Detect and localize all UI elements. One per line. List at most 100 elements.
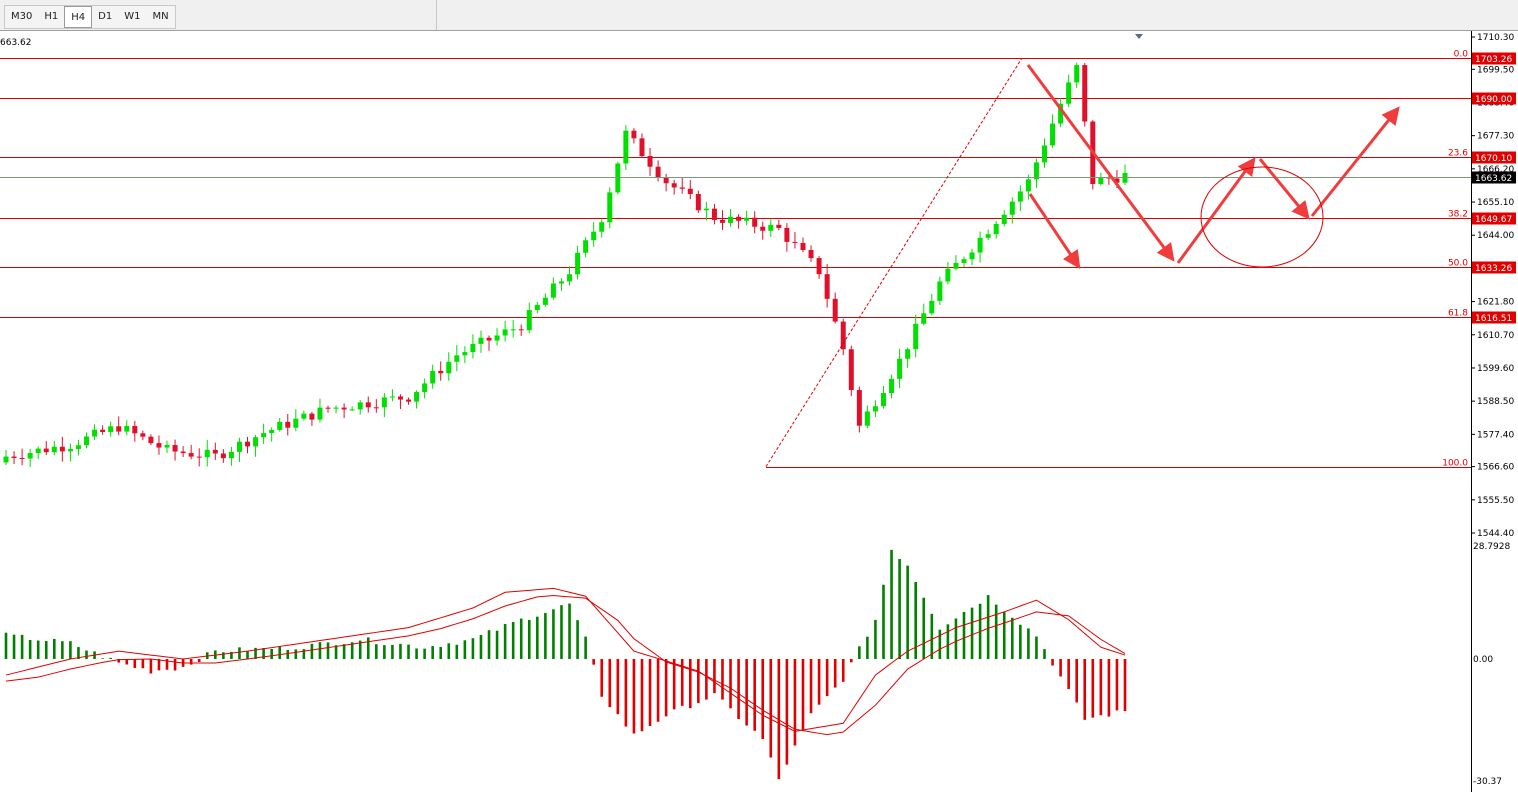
candle-body-130	[1050, 123, 1056, 146]
candle-body-13	[108, 426, 114, 432]
candle-body-114	[921, 313, 927, 324]
candle-body-120	[969, 252, 975, 260]
candle-body-45	[365, 402, 371, 408]
candle-body-63	[510, 329, 516, 331]
candle-body-107	[864, 411, 870, 426]
candle-body-117	[945, 268, 951, 282]
candle-body-100	[808, 250, 814, 259]
candle-body-112	[905, 349, 911, 359]
candle-body-2	[19, 458, 25, 460]
price-tick-label-14: 1544.40	[1477, 529, 1514, 539]
candle-body-0	[3, 456, 9, 463]
candle-body-53	[430, 370, 436, 384]
price-tick-label-6: 1644.00	[1477, 231, 1514, 241]
timeframe-w1-button[interactable]: W1	[118, 6, 146, 28]
candle-body-21	[172, 445, 178, 452]
candle-body-43	[349, 409, 355, 411]
candle-body-118	[953, 262, 959, 269]
timeframe-h1-button[interactable]: H1	[38, 6, 64, 28]
candle-body-41	[333, 407, 339, 409]
candle-body-34	[277, 421, 283, 430]
candle-body-70	[567, 274, 573, 282]
candle-body-3	[27, 453, 33, 459]
candle-body-54	[438, 370, 444, 374]
candle-body-17	[140, 433, 146, 437]
candle-body-110	[889, 378, 895, 394]
fib-price-tag-label-1: 1690.00	[1475, 95, 1512, 105]
candle-106	[856, 386, 862, 433]
candle-body-89	[719, 219, 725, 223]
candle-body-51	[414, 392, 420, 402]
candle-body-75	[607, 192, 613, 223]
timeframe-m30-button[interactable]: M30	[5, 6, 38, 28]
price-tick-label-3: 1677.30	[1477, 132, 1514, 142]
candle-body-42	[341, 407, 347, 410]
candle-body-122	[985, 234, 991, 238]
candle-body-15	[124, 425, 130, 432]
candle-body-60	[486, 337, 492, 341]
candle-body-124	[1001, 214, 1007, 224]
candle-body-47	[381, 397, 387, 408]
price-tick-label-1: 1699.50	[1477, 65, 1514, 75]
candle-body-133	[1074, 65, 1080, 83]
candle-body-115	[929, 300, 935, 314]
candle-body-102	[824, 274, 830, 299]
candle-body-94	[760, 226, 766, 231]
price-tick-label-9: 1599.60	[1477, 364, 1514, 374]
candle-body-74	[599, 222, 605, 232]
candle-body-4	[35, 448, 41, 454]
candle-body-18	[148, 436, 154, 444]
fib-ratio-label-3: 38.2	[1448, 210, 1468, 220]
candle-body-58	[470, 343, 476, 353]
candle-body-28	[228, 451, 234, 459]
price-tick-label-5: 1655.10	[1477, 198, 1514, 208]
candle-body-77	[623, 130, 629, 164]
current-price-tag-label: 1663.62	[1475, 174, 1512, 184]
chart-background	[0, 31, 1518, 792]
price-tick-label-7: 1621.80	[1477, 298, 1514, 308]
candle-body-40	[325, 407, 331, 409]
macd-tick-label-0: 28.7928	[1473, 542, 1510, 552]
candle-body-20	[164, 445, 170, 448]
candle-body-25	[204, 449, 210, 458]
candle-77	[623, 125, 629, 170]
candle-body-125	[1009, 201, 1015, 215]
fib-ratio-label-6: 100.0	[1442, 459, 1468, 469]
candle-body-105	[848, 349, 854, 390]
candle-body-136	[1098, 177, 1104, 184]
candle-body-62	[502, 329, 508, 336]
toolbar-separator	[436, 0, 437, 30]
candle-body-66	[534, 304, 540, 311]
timeframe-d1-button[interactable]: D1	[92, 6, 118, 28]
candle-body-90	[728, 216, 734, 223]
candle-body-98	[792, 241, 798, 243]
top-left-price-label: 663.62	[0, 38, 32, 48]
candle-body-8	[67, 449, 73, 452]
candle-body-104	[840, 321, 846, 350]
candle-body-91	[736, 216, 742, 221]
timeframe-mn-button[interactable]: MN	[146, 6, 174, 28]
price-tick-label-11: 1577.40	[1477, 430, 1514, 440]
candle-body-26	[212, 449, 218, 454]
candle-body-121	[977, 237, 983, 253]
candle-105	[848, 345, 854, 397]
candle-body-49	[397, 396, 403, 400]
candle-body-38	[309, 413, 315, 420]
candle-body-129	[1041, 145, 1047, 163]
candle-body-35	[285, 421, 291, 428]
candle-body-95	[768, 224, 774, 231]
candle-body-61	[494, 335, 500, 341]
price-chart[interactable]: 663.62 0.0 23.6 38.2 50.0 61.8 100.0 28.7928 0…	[0, 31, 1518, 792]
candle-body-126	[1017, 191, 1023, 202]
candle-body-22	[180, 451, 186, 454]
candle-body-88	[711, 208, 717, 220]
candle-body-92	[744, 217, 750, 221]
price-tick-label-12: 1566.60	[1477, 463, 1514, 473]
candle-body-123	[993, 223, 999, 235]
timeframe-h4-button[interactable]: H4	[64, 6, 93, 28]
candle-body-128	[1033, 162, 1039, 180]
candle-body-24	[196, 456, 202, 458]
candle-body-93	[752, 217, 758, 227]
candle-body-81	[655, 166, 661, 178]
fib-price-tag-label-2: 1670.10	[1475, 154, 1512, 164]
